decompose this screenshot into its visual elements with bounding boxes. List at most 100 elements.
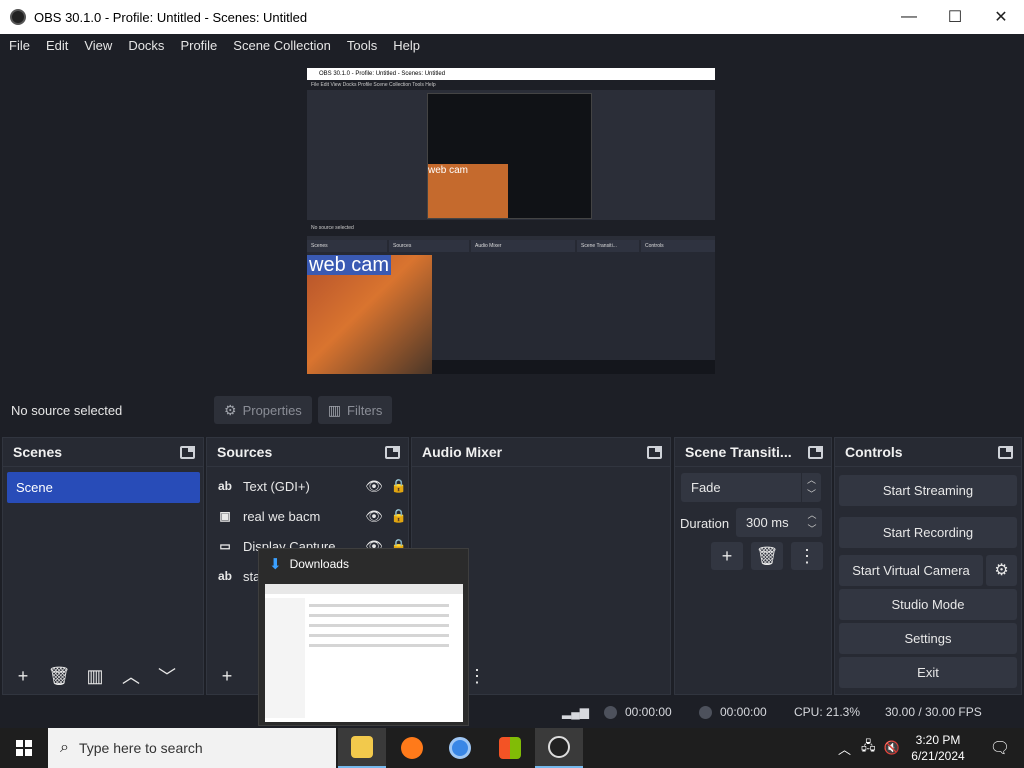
gear-icon: ⚙ [224,401,237,418]
record-status: 00:00:00 [699,697,767,727]
visibility-eye-icon[interactable]: 👁 [361,508,387,525]
chrome-taskbar-button[interactable] [436,728,484,768]
controls-panel: Controls Start Streaming Start Recording… [834,437,1022,695]
stream-status: 00:00:00 [604,697,672,727]
scenes-title: Scenes [13,444,63,460]
exit-button[interactable]: Exit [839,657,1017,688]
spin-arrows-icon[interactable]: ︿ ﹀ [802,508,822,537]
stream-time: 00:00:00 [625,705,672,719]
source-item-text[interactable]: ab Text (GDI+) 👁 🔒 [207,471,411,501]
visibility-eye-icon[interactable]: 👁 [361,478,387,495]
nested-webcam-label: web cam [428,165,469,176]
image-source-icon: ▣ [219,509,231,523]
notification-icon[interactable]: 🗨 [980,728,1020,768]
firefox-taskbar-button[interactable] [388,728,436,768]
thumb-row [309,644,449,647]
transition-selected: Fade [691,480,721,495]
nested-panel-audio: Audio Mixer [471,240,575,252]
preview-area[interactable]: OBS 30.1.0 - Profile: Untitled - Scenes:… [0,57,1024,390]
move-scene-down-button[interactable]: ﹀ [152,662,182,690]
lock-icon[interactable]: 🔒 [387,508,411,524]
move-scene-up-button[interactable]: ︿ [116,662,146,690]
menu-profile[interactable]: Profile [172,38,225,53]
nested-window-title: OBS 30.1.0 - Profile: Untitled - Scenes:… [307,68,715,80]
thumb-sidebar [265,598,305,718]
search-icon: ⌕ [60,739,69,756]
duration-input[interactable]: 300 ms ︿ ﹀ [736,508,822,537]
undock-icon[interactable] [385,445,400,459]
remove-transition-button[interactable]: 🗑 [751,542,783,570]
clock-time: 3:20 PM [915,733,961,747]
add-transition-button[interactable]: + [711,542,743,570]
thumb-row [309,624,449,627]
text-source-icon: ab [217,479,232,493]
menu-tools[interactable]: Tools [339,38,385,53]
nested-panel-controls: Controls [641,240,715,252]
maximize-button[interactable]: ☐ [932,0,978,34]
menu-view[interactable]: View [76,38,120,53]
properties-button[interactable]: ⚙ Properties [214,396,312,424]
undock-icon[interactable] [808,445,823,459]
virtual-camera-settings-gear-icon[interactable]: ⚙ [986,555,1017,586]
menu-edit[interactable]: Edit [38,38,76,53]
start-recording-button[interactable]: Start Recording [839,517,1017,548]
thumb-row [309,634,449,637]
nested-panel-sources: Sources [389,240,469,252]
start-virtual-camera-button[interactable]: Start Virtual Camera [839,555,983,586]
chrome-icon [449,737,471,759]
duration-label: Duration [680,516,730,531]
network-icon[interactable]: 🖧 [861,737,876,759]
undock-icon[interactable] [998,445,1013,459]
chevron-up-icon[interactable]: ︿ [838,739,851,758]
start-button[interactable] [0,728,48,768]
volume-muted-icon[interactable]: 🔇 [884,740,900,756]
system-tray: ︿ 🖧 🔇 [838,728,900,768]
scene-filters-button[interactable]: ▥ [80,662,110,690]
record-dot-icon [699,705,712,719]
source-name: real we bacm [243,508,321,524]
downloads-window-thumbnail[interactable] [265,584,463,722]
menu-help[interactable]: Help [385,38,428,53]
add-scene-button[interactable]: + [8,662,38,690]
controls-title: Controls [845,444,903,460]
file-explorer-taskbar-button[interactable] [338,728,386,768]
preview-canvas[interactable]: OBS 30.1.0 - Profile: Untitled - Scenes:… [307,68,715,374]
webcam-text-overlay: web cam [307,254,392,276]
folder-icon [351,736,373,758]
scene-list-item[interactable]: Scene [7,472,200,503]
properties-label: Properties [242,402,302,418]
taskbar-clock[interactable]: 3:20 PM 6/21/2024 [902,732,974,764]
remove-scene-button[interactable]: 🗑 [44,662,74,690]
add-source-button[interactable]: + [212,662,242,690]
undock-icon[interactable] [647,445,662,459]
source-name: Text (GDI+) [243,478,310,494]
thumb-row [309,614,449,617]
taskbar-search-box[interactable]: ⌕ Type here to search [48,728,336,768]
menu-file[interactable]: File [0,38,38,53]
cpu-usage: CPU: 21.3% [794,705,861,719]
obs-icon [548,736,570,758]
source-toolbar: No source selected ⚙ Properties ▥ Filter… [0,390,1024,430]
network-signal-icon: ▂▄▆ [562,705,589,719]
close-button[interactable]: ✕ [978,0,1024,34]
transition-select[interactable]: Fade ︿ ﹀ [681,473,821,502]
source-item-webcam[interactable]: ▣ real we bacm 👁 🔒 [207,501,411,531]
scenes-panel: Scenes Scene + 🗑 ▥ ︿ ﹀ [2,437,204,695]
downloads-taskbar-preview[interactable]: ⬇ Downloads [258,548,469,726]
lock-icon[interactable]: 🔒 [387,478,411,494]
nested-menu-bar: File Edit View Docks Profile Scene Colle… [307,80,715,90]
undock-icon[interactable] [180,445,195,459]
stream-dot-icon [604,705,617,719]
obs-taskbar-button[interactable] [535,728,583,768]
studio-mode-button[interactable]: Studio Mode [839,589,1017,620]
display-source-icon: ▭ [219,539,231,553]
store-taskbar-button[interactable] [486,728,534,768]
settings-button[interactable]: Settings [839,623,1017,654]
menu-docks[interactable]: Docks [120,38,172,53]
filters-button[interactable]: ▥ Filters [317,396,393,424]
start-streaming-button[interactable]: Start Streaming [839,475,1017,506]
thumb-toolbar [265,584,463,594]
menu-scene-collection[interactable]: Scene Collection [225,38,339,53]
transition-menu-button[interactable]: ⋮ [791,542,823,570]
minimize-button[interactable]: — [886,0,932,34]
